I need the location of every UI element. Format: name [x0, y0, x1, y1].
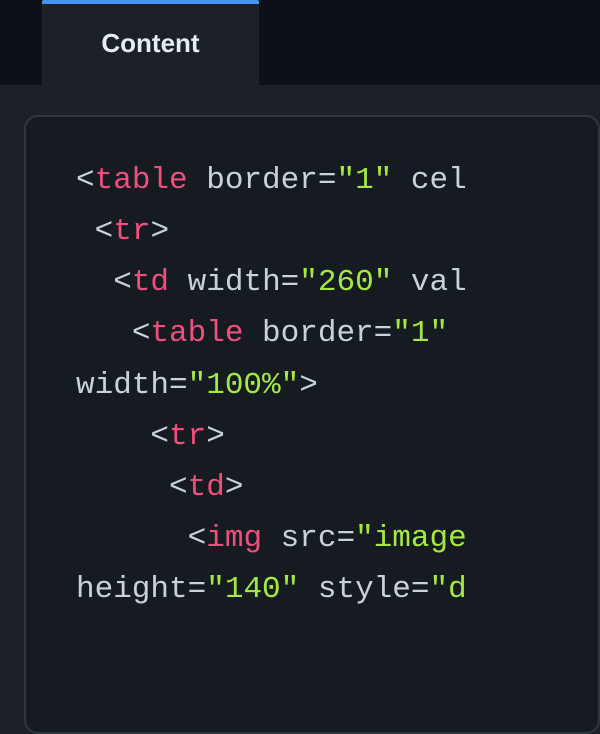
tab-label: Content: [101, 28, 199, 58]
code-block: <table border="1" cel <tr> <td width="26…: [76, 155, 598, 615]
content-area: <table border="1" cel <tr> <td width="26…: [0, 85, 600, 734]
app-container: Content <table border="1" cel <tr> <td w…: [0, 0, 600, 734]
tab-content[interactable]: Content: [42, 0, 259, 85]
code-panel[interactable]: <table border="1" cel <tr> <td width="26…: [24, 115, 600, 734]
tab-bar: Content: [0, 0, 600, 85]
